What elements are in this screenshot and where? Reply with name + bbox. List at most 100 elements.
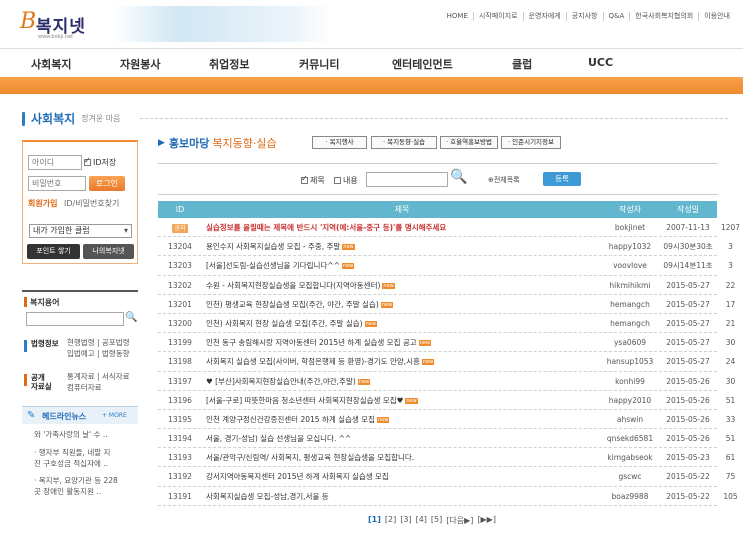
row-title[interactable]: 사회복지실습생 모집-성남,경기,서울 등 xyxy=(202,487,602,505)
nav-volunteer[interactable]: 자원봉사 xyxy=(120,56,160,72)
login-button[interactable]: 로그인 xyxy=(89,176,125,191)
row-title-text[interactable]: 사회복지실습생 모집-성남,경기,서울 등 xyxy=(206,492,329,501)
row-title-text[interactable]: 서울/관악구/신림역/ 사회복지, 평생교육 현장실습생을 모집합니다. xyxy=(206,453,414,462)
row-title[interactable]: 인천 계양구정신건강증진센터 2015 하계 실습생 모집 new xyxy=(202,410,602,428)
nav-jobs[interactable]: 취업정보 xyxy=(209,56,249,72)
find-account-link[interactable]: ID/비밀번호찾기 xyxy=(64,199,119,208)
law-info-links-2[interactable]: 입법예고 | 법령동향 xyxy=(67,349,130,359)
headline-item[interactable]: 진 구호성금 적십자에 .. xyxy=(34,459,134,469)
law-info-links-1[interactable]: 현행법령 | 공포법령 xyxy=(67,338,130,348)
headline-item[interactable]: · 행자부 직원들, 네팔 지 xyxy=(34,448,134,458)
archive-links-2[interactable]: 컴퓨터자료 xyxy=(67,383,102,393)
mybokji-button[interactable]: 나의복지넷 xyxy=(83,244,134,259)
row-title[interactable]: [서울]선도림-실습선생님을 기다립니다^^ new xyxy=(202,256,602,274)
site-logo[interactable]: B 복지넷 www.bokji.net xyxy=(20,10,110,41)
topnav-council[interactable]: 한국사회복지협의회 xyxy=(630,12,700,21)
row-title[interactable]: 수원 - 사회복지현장실습생을 모집합니다(지역아동센터) new xyxy=(202,276,602,294)
tab-certification[interactable]: · 인준시기지정보 xyxy=(501,136,561,149)
table-row[interactable]: 13195 인천 계양구정신건강증진센터 2015 하계 실습생 모집 new ahs… xyxy=(158,410,735,430)
topnav-notice[interactable]: 공지사항 xyxy=(567,12,604,21)
table-row[interactable]: 13194 서울, 경기-성남) 실습 선생님을 모십니다. ^^ qnsekd65… xyxy=(158,429,735,449)
row-date: 2015-05-27 xyxy=(666,338,710,348)
tab-trends-practice[interactable]: · 복지동향·실습 xyxy=(371,136,437,149)
headline-item[interactable]: 와 '가족사랑의 날' 수 .. xyxy=(34,430,134,440)
table-row[interactable]: 13196 [서울-구로] 따뜻한마음 청소년센터 사회복지현장실습생 모집♥ ne… xyxy=(158,391,735,410)
all-list-link[interactable]: ⊕전체목록 xyxy=(488,175,520,185)
row-title[interactable]: 강서지역아동복지센터 2015년 하계 사회복지 실습생 모집 xyxy=(202,467,602,485)
next-page[interactable]: [다음▶] xyxy=(446,515,473,526)
table-row[interactable]: 13198 사회복지 실습생 모집(사이버, 학점은행제 등 환영)-경기도 안양… xyxy=(158,352,735,372)
row-title[interactable]: 용인수지 사회복지실습생 모집 - 주중, 주말 new xyxy=(202,237,602,255)
nav-community[interactable]: 커뮤니티 xyxy=(299,56,339,72)
row-title[interactable]: 서울, 경기-성남) 실습 선생님을 모십니다. ^^ xyxy=(202,429,602,447)
row-title-text[interactable]: 인천) 사회복지 현장 실습생 모집(주간, 주말 실습) xyxy=(206,319,363,328)
row-title-text[interactable]: [서울]선도림-실습선생님을 기다립니다^^ xyxy=(206,261,340,270)
table-row[interactable]: 13201 인천) 평생교육 현장실습생 모집(주간, 야간, 주말 실습) new… xyxy=(158,295,735,314)
row-title-text[interactable]: ♥ [부산]사회복지현장실습안내(주간,야간,주말) xyxy=(206,377,356,386)
table-row[interactable]: 13199 인천 동구 송림해시랑 지역아동센터 2015년 하계 실습생 모집 … xyxy=(158,333,735,353)
notice-title[interactable]: 실습정보를 올릴때는 제목에 반드시 '지역(예:서울-중구 등)'를 명시해주… xyxy=(202,218,602,236)
headline-item[interactable]: · 복지부, 요양기관 등 228 xyxy=(34,476,134,486)
search-content-option[interactable]: 내용 xyxy=(334,175,358,186)
row-title[interactable]: 인천) 평생교육 현장실습생 모집(주간, 야간, 주말 실습) new xyxy=(202,295,602,313)
point-button[interactable]: 포인트 쌓기 xyxy=(27,244,80,259)
save-id-checkbox[interactable]: ID저장 xyxy=(84,156,116,168)
headline-item[interactable]: 곳 장애인 활동지원 .. xyxy=(34,487,134,497)
search-icon[interactable]: 🔍 xyxy=(125,312,137,323)
table-row[interactable]: 13192 강서지역아동복지센터 2015년 하계 사회복지 실습생 모집 gscw… xyxy=(158,467,735,487)
row-title-text[interactable]: 사회복지 실습생 모집(사이버, 학점은행제 등 환영)-경기도 안양,시흥 xyxy=(206,357,420,366)
table-row[interactable]: 13204 용인수지 사회복지실습생 모집 - 주중, 주말 new happy103… xyxy=(158,237,733,257)
club-select[interactable]: 내가 가입한 클럽 xyxy=(29,224,132,238)
topnav-contact[interactable]: 운영자에게 xyxy=(524,12,567,21)
topnav-qna[interactable]: Q&A xyxy=(604,12,631,21)
magnifier-icon[interactable]: 🔍 xyxy=(450,169,467,185)
row-title[interactable]: [서울-구로] 따뜻한마음 청소년센터 사회복지현장실습생 모집♥ new xyxy=(202,391,602,409)
row-title-text[interactable]: 강서지역아동복지센터 2015년 하계 사회복지 실습생 모집 xyxy=(206,472,389,481)
row-title-text[interactable]: 수원 - 사회복지현장실습생을 모집합니다(지역아동센터) xyxy=(206,281,380,290)
page-4[interactable]: [4] xyxy=(416,515,427,526)
board-search-input[interactable] xyxy=(366,172,448,187)
page-5[interactable]: [5] xyxy=(431,515,442,526)
nav-entertainment[interactable]: 엔터테인먼트 xyxy=(392,56,453,72)
nav-club[interactable]: 클럽 xyxy=(512,56,532,72)
table-row[interactable]: 13191 사회복지실습생 모집-성남,경기,서울 등 boaz9988 2015-0… xyxy=(158,487,738,506)
search-title-option[interactable]: 제목 xyxy=(301,174,325,186)
row-title-text[interactable]: 인천 계양구정신건강증진센터 2015 하계 실습생 모집 xyxy=(206,415,375,424)
row-title[interactable]: ♥ [부산]사회복지현장실습안내(주간,야간,주말) new xyxy=(202,372,602,390)
topnav-home[interactable]: HOME xyxy=(442,12,474,21)
table-row[interactable]: 13203 [서울]선도림-실습선생님을 기다립니다^^ new voovlove 09… xyxy=(158,256,733,276)
table-row[interactable]: 13197 ♥ [부산]사회복지현장실습안내(주간,야간,주말) new konhi9… xyxy=(158,372,735,391)
notice-row[interactable]: 공지 실습정보를 올릴때는 제목에 반드시 '지역(예:서울-중구 등)'를 명… xyxy=(158,218,740,238)
page-1[interactable]: [1] xyxy=(368,515,381,526)
row-title-text[interactable]: 인천 동구 송림해시랑 지역아동센터 2015년 하계 실습생 모집 공고 xyxy=(206,338,417,347)
nav-welfare[interactable]: 사회복지 xyxy=(31,56,71,72)
join-link[interactable]: 회원가입 xyxy=(28,199,57,208)
row-title[interactable]: 사회복지 실습생 모집(사이버, 학점은행제 등 환영)-경기도 안양,시흥 ne… xyxy=(202,352,602,370)
row-title-text[interactable]: 서울, 경기-성남) 실습 선생님을 모십니다. ^^ xyxy=(206,434,351,443)
password-input[interactable] xyxy=(28,176,86,191)
row-title[interactable]: 서울/관악구/신림역/ 사회복지, 평생교육 현장실습생을 모집합니다. xyxy=(202,448,602,466)
topnav-startpage[interactable]: 시작페이지로 xyxy=(474,12,524,21)
tab-promotion[interactable]: · 호율역홍보방법 xyxy=(440,136,498,149)
row-title-text[interactable]: [서울-구로] 따뜻한마음 청소년센터 사회복지현장실습생 모집♥ xyxy=(206,396,403,405)
write-button[interactable]: 등록 xyxy=(543,172,581,186)
page-3[interactable]: [3] xyxy=(400,515,411,526)
more-link[interactable]: + MORE xyxy=(102,412,127,419)
breadcrumb-parent[interactable]: 홍보마당 xyxy=(169,135,209,151)
archive-title: 공개 자료실 xyxy=(31,373,52,391)
row-title-text[interactable]: 인천) 평생교육 현장실습생 모집(주간, 야간, 주말 실습) xyxy=(206,300,379,309)
id-input[interactable] xyxy=(28,155,82,170)
archive-links-1[interactable]: 통계자료 | 서식자료 xyxy=(67,372,130,382)
table-row[interactable]: 13193 서울/관악구/신림역/ 사회복지, 평생교육 현장실습생을 모집합니다… xyxy=(158,448,735,468)
row-title-text[interactable]: 용인수지 사회복지실습생 모집 - 주중, 주말 xyxy=(206,242,340,251)
nav-ucc[interactable]: UCC xyxy=(588,56,613,69)
tab-welfare-events[interactable]: · 복지행사 xyxy=(312,136,367,149)
topnav-guide[interactable]: 이용안내 xyxy=(699,12,735,21)
terms-search-input[interactable] xyxy=(26,312,124,326)
page-2[interactable]: [2] xyxy=(385,515,396,526)
table-row[interactable]: 13200 인천) 사회복지 현장 실습생 모집(주간, 주말 실습) new hem… xyxy=(158,314,735,334)
row-title[interactable]: 인천 동구 송림해시랑 지역아동센터 2015년 하계 실습생 모집 공고 new xyxy=(202,333,602,351)
row-title[interactable]: 인천) 사회복지 현장 실습생 모집(주간, 주말 실습) new xyxy=(202,314,602,332)
last-page[interactable]: [▶▶] xyxy=(477,515,496,526)
table-row[interactable]: 13202 수원 - 사회복지현장실습생을 모집합니다(지역아동센터) new hik… xyxy=(158,276,735,295)
